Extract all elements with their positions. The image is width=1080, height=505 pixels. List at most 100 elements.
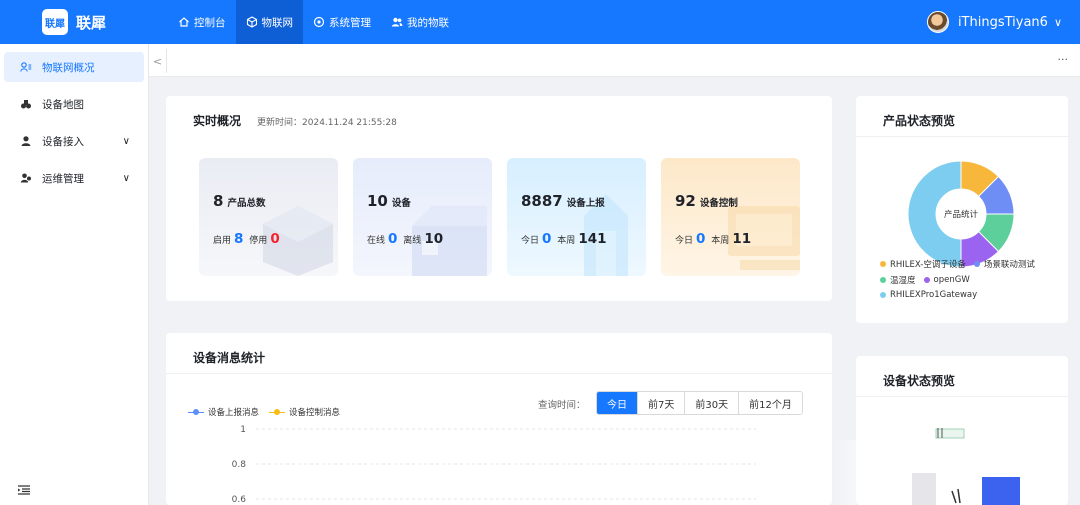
app-logo[interactable]: 联犀 联犀 [42,9,168,35]
legend-marker [269,409,286,415]
sidebar: 物联网概况 设备地图 设备接入 ∨ 运维管理 ∨ [0,44,149,505]
realtime-overview-card: 实时概况 更新时间：2024.11.24 21:55:28 8 产品总数 启用 8 … [166,96,832,301]
sidebar-item-device-map[interactable]: 设备地图 [4,89,144,119]
range-30days-button[interactable]: 前30天 [684,392,739,414]
message-line-chart: 1 0.8 0.6 [232,425,756,505]
overview-icon [20,62,32,72]
legend-item[interactable]: 温湿度 [880,274,916,286]
home-icon [179,17,189,27]
sidebar-item-ops[interactable]: 运维管理 ∨ [4,163,144,193]
device-status-card: 设备状态预览 [856,356,1068,505]
device-illustration-icon [935,428,965,439]
legend-row: RHILEX-空调子设备 场景联动测试 [880,258,1070,270]
legend-item[interactable]: 场景联动测试 [973,258,1035,270]
query-time-label: 查询时间： [538,400,586,411]
legend-item-control[interactable]: 设备控制消息 [269,406,340,418]
stat-b-value: 141 [578,231,607,247]
user-menu[interactable]: iThingsTiyan6 ∨ [926,0,1062,44]
product-legend: RHILEX-空调子设备 场景联动测试温湿度 openGW RHILEXPro1Gat… [880,258,1070,304]
topnav-label: 物联网 [261,16,294,29]
range-today-button[interactable]: 今日 [597,392,637,414]
legend-item[interactable]: RHILEXPro1Gateway [880,290,977,300]
menu-fold-icon[interactable] [18,485,30,495]
chevron-down-icon: ∨ [122,135,130,147]
stat-card-products[interactable]: 8 产品总数 启用 8 停用 0 [199,158,338,276]
topnav-console[interactable]: 控制台 [168,0,236,44]
y-tick-label: 0.6 [232,495,247,505]
sidebar-item-label: 设备接入 [42,135,84,148]
top-nav: 控制台 物联网 系统管理 我的物联 [168,0,459,44]
stat-a-value: 0 [542,231,552,247]
stat-main: 92 设备控制 [675,192,738,210]
stat-a-label: 启用 [213,236,232,246]
legend-dot [880,261,886,267]
stat-b-label: 停用 [249,236,268,246]
sidebar-item-label: 物联网概况 [42,61,95,74]
topnav-my-iot[interactable]: 我的物联 [381,0,459,44]
donut-center-label: 产品统计 [944,209,979,220]
legend-row: RHILEXPro1Gateway [880,290,1070,300]
product-status-card: 产品状态预览 产品统计 RHILEX-空调子设备 场景联动测试 温湿度 openGW R… [856,96,1068,323]
stat-a-label: 今日 [675,236,694,246]
user-icon [21,136,31,146]
legend-item[interactable]: openGW [923,274,970,286]
legend-label: 温湿度 [890,276,916,286]
stat-card-controls[interactable]: 92 设备控制 今日 0 本周 11 [661,158,800,276]
sidebar-item-device-access[interactable]: 设备接入 ∨ [4,126,144,156]
stat-sub: 今日 0 本周 11 [675,231,754,247]
stat-a-value: 0 [388,231,398,247]
range-7days-button[interactable]: 前7天 [637,392,685,414]
legend-label: 设备上报消息 [208,408,260,418]
stat-value: 10 [367,192,388,210]
chart-legend: 设备上报消息 设备控制消息 [188,406,350,418]
topnav-iot[interactable]: 物联网 [235,0,303,44]
divider [166,373,832,374]
stat-value: 92 [675,192,696,210]
stat-b-value: 10 [424,231,444,247]
topnav-label: 我的物联 [407,16,449,29]
stat-label: 设备上报 [566,198,605,209]
stat-a-value: 0 [696,231,706,247]
device-status-title: 设备状态预览 [883,374,956,388]
update-time: 更新时间：2024.11.24 21:55:28 [257,118,397,128]
stat-b-label: 本周 [557,236,576,246]
stat-a-label: 今日 [521,236,540,246]
settings-icon [313,16,325,28]
stat-card-reports[interactable]: 8887 设备上报 今日 0 本周 141 [507,158,646,276]
stat-main: 8 产品总数 [213,192,265,210]
stat-card-devices[interactable]: 10 设备 在线 0 离线 10 [353,158,492,276]
message-stats-card: 设备消息统计 设备上报消息 设备控制消息 查询时间： 今日 前7天 前30天 前… [166,333,832,505]
stat-label: 设备控制 [699,198,738,209]
legend-label: 场景联动测试 [983,260,1035,270]
legend-dot [923,277,930,283]
divider [856,396,1068,397]
topnav-label: 控制台 [194,16,226,29]
stat-b-value: 11 [732,231,752,247]
stat-main: 8887 设备上报 [521,192,605,210]
legend-item[interactable]: RHILEX-空调子设备 [880,258,966,270]
sidebar-item-label: 设备地图 [42,98,84,111]
divider [856,136,1068,137]
legend-marker [188,409,204,415]
cube-icon [246,16,257,28]
topnav-system[interactable]: 系统管理 [303,0,381,44]
time-range-selector: 今日 前7天 前30天 前12个月 [596,391,803,415]
tab-scroll-left-icon[interactable]: < [149,49,167,73]
legend-label: RHILEXPro1Gateway [890,290,978,300]
legend-item-report[interactable]: 设备上报消息 [188,406,259,418]
scroll-shadow [832,440,856,505]
stat-a-value: 8 [234,231,244,247]
tab-more-icon[interactable]: ··· [1058,53,1069,66]
users-icon [391,17,403,27]
range-12months-button[interactable]: 前12个月 [738,392,802,414]
stat-value: 8 [213,192,224,210]
sidebar-item-iot-overview[interactable]: 物联网概况 [4,52,144,82]
legend-label: RHILEX-空调子设备 [890,260,966,270]
stat-a-label: 在线 [367,236,386,246]
chevron-down-icon: ∨ [1053,15,1062,29]
stat-sub: 在线 0 离线 10 [367,231,446,247]
message-stats-title: 设备消息统计 [193,351,266,365]
topnav-label: 系统管理 [329,16,371,29]
legend-dot [880,292,886,298]
stat-b-label: 本周 [711,236,730,246]
